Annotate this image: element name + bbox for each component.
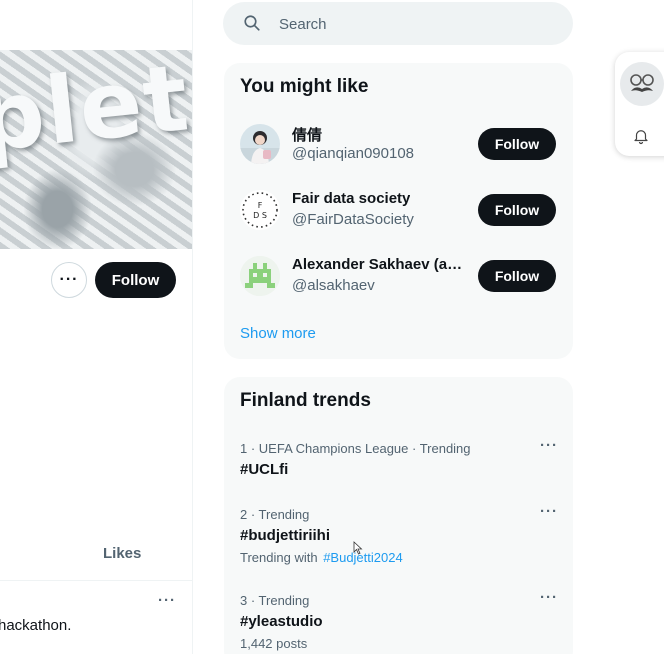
- suggestion-item[interactable]: 倩倩 @qianqian090108 Follow: [240, 124, 558, 168]
- trend-item[interactable]: 2 · Trending #budjettiriihi Trending wit…: [240, 503, 558, 565]
- trend-more-button[interactable]: ···: [540, 503, 558, 520]
- tweet-more-button[interactable]: ···: [158, 592, 176, 609]
- trend-item[interactable]: 1 · UEFA Champions League · Trending #UC…: [240, 437, 558, 478]
- profile-more-button[interactable]: ···: [51, 262, 87, 298]
- suggestion-name[interactable]: 倩倩: [292, 124, 322, 145]
- fair-data-society-logo: F D S: [242, 192, 278, 228]
- suggestion-handle[interactable]: @alsakhaev: [292, 277, 375, 294]
- you-might-like-panel: You might like 倩倩 @qianqian090108 Follow…: [224, 63, 573, 359]
- suggestion-handle[interactable]: @FairDataSociety: [292, 211, 414, 228]
- tab-likes[interactable]: Likes: [103, 545, 141, 562]
- tweet-text: hackathon.: [0, 617, 72, 634]
- follow-button[interactable]: Follow: [478, 128, 556, 160]
- trend-item[interactable]: 3 · Trending #yleastudio 1,442 posts ···: [240, 589, 558, 651]
- logo-letter-f: F: [258, 201, 263, 210]
- search-input[interactable]: [279, 12, 549, 36]
- trend-meta: 2 · Trending: [240, 507, 310, 522]
- banner-text: plets: [0, 50, 192, 173]
- profile-column: plets ··· Follow Likes ··· hackathon.: [0, 0, 193, 654]
- search-icon: [244, 15, 260, 31]
- trend-more-button[interactable]: ···: [540, 437, 558, 454]
- follow-button[interactable]: Follow: [478, 260, 556, 292]
- trend-sub-prefix: Trending with: [240, 550, 318, 565]
- suggestion-item[interactable]: F D S Fair data society @FairDataSociety…: [240, 190, 558, 234]
- trend-meta: 3 · Trending: [240, 593, 310, 608]
- trend-post-count: 1,442 posts: [240, 636, 308, 651]
- panel-title: Finland trends: [240, 390, 371, 411]
- extension-side-panel: [615, 52, 664, 156]
- trend-name[interactable]: #budjettiriihi: [240, 527, 558, 544]
- show-more-link[interactable]: Show more: [240, 325, 316, 342]
- trend-sub: Trending with #Budjetti2024: [240, 550, 558, 565]
- trends-panel: Finland trends 1 · UEFA Champions League…: [224, 377, 573, 654]
- mustache-glasses-icon[interactable]: [620, 62, 664, 106]
- avatar[interactable]: [240, 124, 280, 164]
- panel-title: You might like: [240, 76, 369, 97]
- logo-letters-ds: D S: [253, 211, 267, 220]
- tab-divider: [0, 580, 192, 581]
- suggestion-name[interactable]: Fair data society: [292, 190, 410, 207]
- follow-button[interactable]: Follow: [478, 194, 556, 226]
- mouse-cursor-icon: [353, 541, 363, 555]
- suggestion-handle[interactable]: @qianqian090108: [292, 145, 414, 162]
- trend-name[interactable]: #UCLfi: [240, 461, 558, 478]
- profile-follow-button[interactable]: Follow: [95, 262, 176, 298]
- suggestion-name[interactable]: Alexander Sakhaev (al…: [292, 256, 464, 273]
- suggestion-item[interactable]: Alexander Sakhaev (al… @alsakhaev Follow: [240, 256, 558, 300]
- avatar[interactable]: [240, 256, 280, 296]
- trend-meta: 1 · UEFA Champions League · Trending: [240, 441, 471, 456]
- trend-name[interactable]: #yleastudio: [240, 613, 558, 630]
- avatar[interactable]: F D S: [240, 190, 280, 230]
- bell-icon[interactable]: [632, 127, 650, 145]
- profile-banner-image[interactable]: plets: [0, 50, 192, 249]
- search-bar[interactable]: [223, 2, 573, 45]
- trend-more-button[interactable]: ···: [540, 589, 558, 606]
